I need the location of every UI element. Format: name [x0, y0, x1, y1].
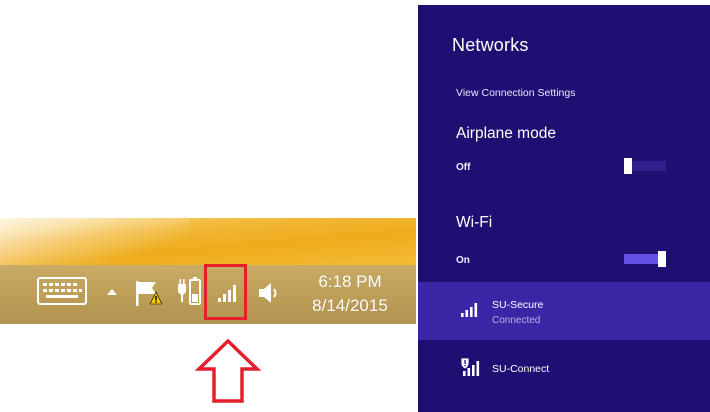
clock-time: 6:18 PM [318, 272, 382, 291]
airplane-mode-state: Off [456, 162, 471, 173]
view-connection-settings-link[interactable]: View Connection Settings [456, 87, 575, 99]
power-battery-icon[interactable] [174, 276, 204, 308]
clock-date: 8/14/2015 [312, 296, 388, 315]
network-name: SU-Secure [492, 299, 544, 311]
toggle-thumb [658, 251, 666, 267]
system-clock[interactable]: 6:18 PM 8/14/2015 [296, 270, 404, 318]
wallpaper-highlight [0, 218, 190, 265]
arrow-up-icon [195, 338, 261, 403]
airplane-mode-toggle[interactable] [624, 158, 666, 174]
wifi-signal-icon [461, 303, 478, 317]
action-center-flag-icon[interactable] [132, 278, 164, 308]
wifi-state: On [456, 255, 470, 266]
wifi-label: Wi-Fi [456, 214, 493, 231]
airplane-mode-label: Airplane mode [456, 125, 556, 142]
flyout-title: Networks [452, 35, 529, 55]
toggle-thumb [624, 158, 632, 174]
wifi-open-shield-icon [460, 357, 480, 376]
wifi-toggle[interactable] [624, 251, 666, 267]
network-name: SU-Connect [492, 363, 550, 375]
touch-keyboard-icon[interactable] [37, 277, 87, 305]
volume-icon[interactable] [256, 279, 284, 307]
network-icon-highlight [204, 264, 247, 320]
show-hidden-icons-icon[interactable] [106, 287, 118, 297]
network-item-su-secure[interactable]: SU-Secure Connected [418, 282, 710, 340]
networks-flyout: Networks View Connection Settings Airpla… [418, 5, 710, 412]
network-status: Connected [492, 315, 541, 326]
network-item-su-connect[interactable]: SU-Connect [418, 343, 710, 401]
